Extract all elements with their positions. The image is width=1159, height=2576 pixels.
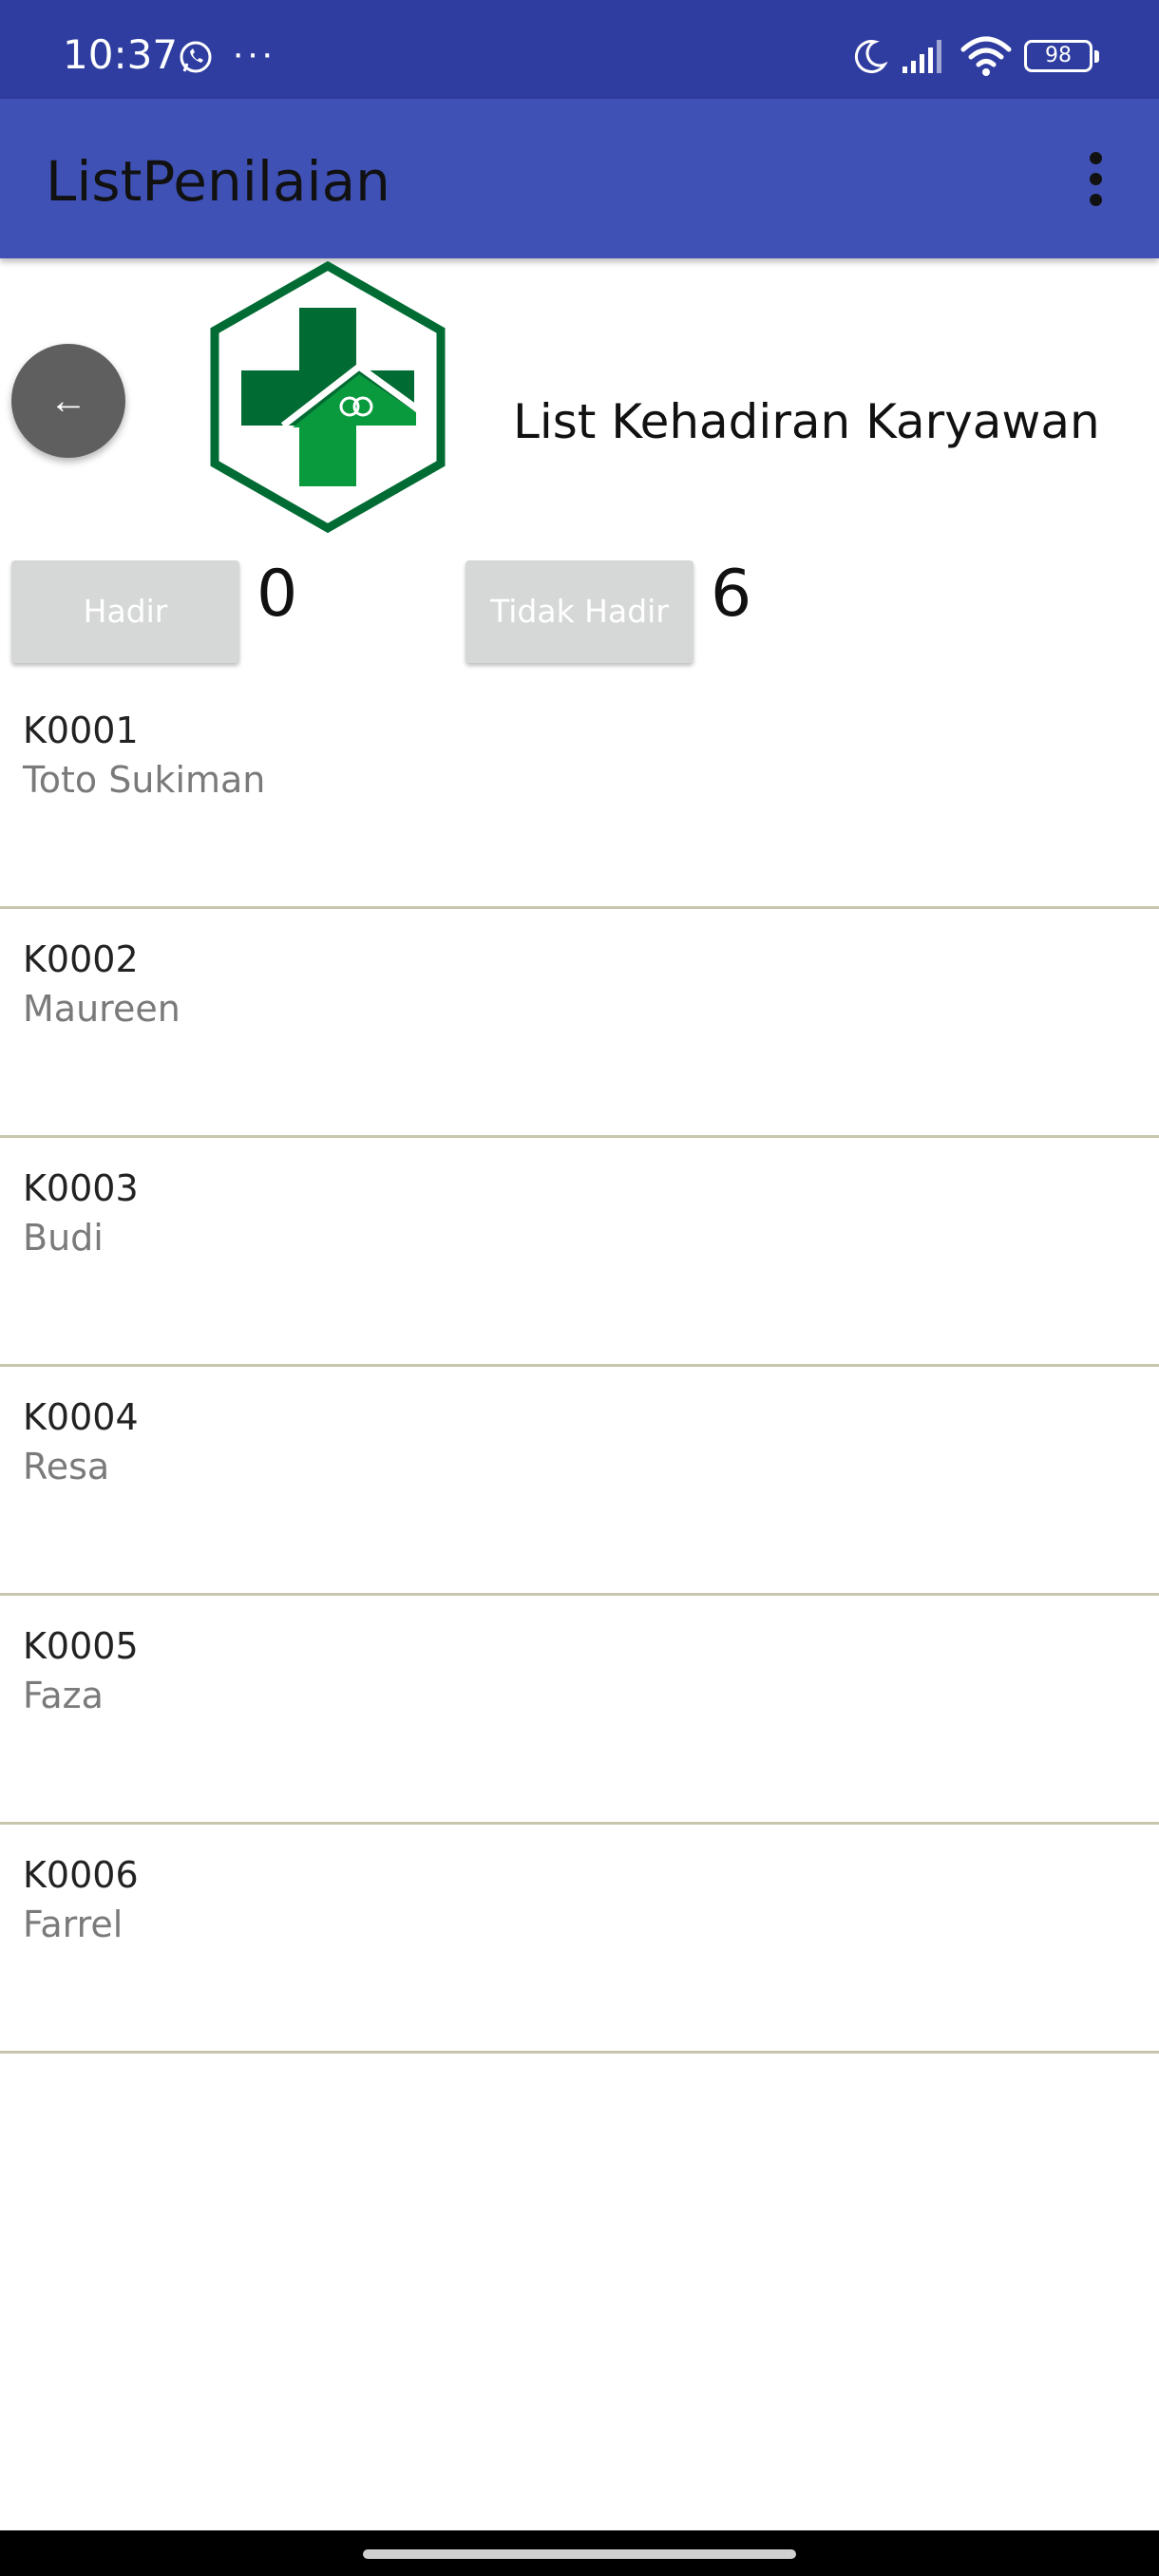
employee-code: K0004: [23, 1396, 139, 1438]
back-button[interactable]: ←: [11, 344, 125, 458]
employee-code: K0006: [23, 1854, 139, 1896]
employee-code: K0001: [23, 710, 139, 751]
page-heading: List Kehadiran Karyawan: [513, 394, 1100, 449]
home-indicator[interactable]: [363, 2549, 796, 2559]
app-title: ListPenilaian: [46, 149, 390, 214]
employee-name: Budi: [23, 1217, 104, 1259]
employee-name: Resa: [23, 1446, 110, 1487]
moon-icon: [854, 40, 888, 74]
wifi-icon: [960, 36, 1012, 76]
employee-code: K0005: [23, 1625, 139, 1667]
status-bar: 10:37 ··· 98: [0, 0, 1159, 99]
absent-button[interactable]: Tidak Hadir: [466, 560, 694, 663]
employee-name: Toto Sukiman: [23, 759, 266, 801]
signal-icon: [902, 40, 941, 73]
employee-code: K0002: [23, 938, 139, 980]
menu-dot: [1090, 173, 1102, 185]
menu-dot: [1090, 194, 1102, 206]
status-time: 10:37: [63, 31, 179, 78]
list-item[interactable]: K0005 Faza: [0, 1596, 1159, 1825]
present-count: 0: [256, 557, 298, 632]
arrow-back-icon: ←: [49, 380, 87, 422]
navigation-bar: [0, 2530, 1159, 2576]
employee-name: Faza: [23, 1675, 104, 1716]
list-item[interactable]: K0006 Farrel: [0, 1825, 1159, 2054]
app-bar: ListPenilaian: [0, 99, 1159, 258]
whatsapp-icon: [180, 41, 212, 73]
employee-list: K0001 Toto Sukiman K0002 Maureen K0003 B…: [0, 680, 1159, 2054]
more-notifications-icon: ···: [232, 32, 276, 74]
employee-name: Maureen: [23, 988, 180, 1030]
present-button[interactable]: Hadir: [11, 560, 239, 663]
list-item[interactable]: K0002 Maureen: [0, 909, 1159, 1138]
battery-icon: 98: [1024, 40, 1099, 72]
employee-name: Farrel: [23, 1904, 124, 1945]
list-item[interactable]: K0003 Budi: [0, 1138, 1159, 1367]
list-item[interactable]: K0001 Toto Sukiman: [0, 680, 1159, 909]
health-cross-logo: [210, 260, 446, 534]
list-item[interactable]: K0004 Resa: [0, 1367, 1159, 1596]
screen: 10:37 ··· 98 ListPenilaian ← List Kehadi…: [0, 0, 1159, 2576]
more-vert-icon[interactable]: [1074, 146, 1119, 213]
absent-count: 6: [711, 557, 752, 632]
employee-code: K0003: [23, 1167, 139, 1209]
menu-dot: [1090, 152, 1102, 164]
